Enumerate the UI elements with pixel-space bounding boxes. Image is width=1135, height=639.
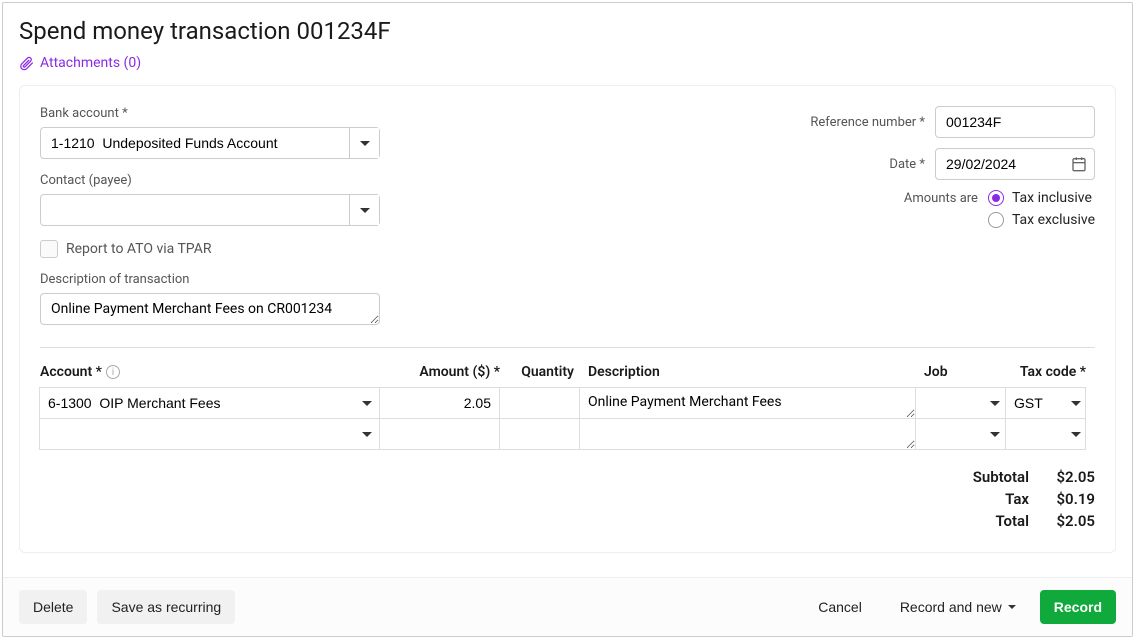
- account-input[interactable]: [40, 388, 355, 418]
- radio-icon: [988, 212, 1004, 228]
- paperclip-icon: [19, 56, 34, 71]
- contact-select[interactable]: [40, 194, 380, 226]
- col-job: Job: [916, 364, 1006, 380]
- tax-inclusive-option[interactable]: Tax inclusive: [988, 190, 1095, 206]
- chevron-down-icon: [362, 432, 372, 437]
- quantity-input[interactable]: [500, 419, 579, 449]
- account-input[interactable]: [40, 419, 355, 449]
- info-icon[interactable]: i: [106, 365, 120, 379]
- job-input[interactable]: [916, 419, 986, 449]
- cell-account[interactable]: [39, 387, 380, 419]
- delete-button[interactable]: Delete: [19, 590, 87, 624]
- chevron-down-icon: [360, 208, 370, 213]
- description-textarea[interactable]: Online Payment Merchant Fees on CR001234: [40, 293, 380, 325]
- subtotal-row: Subtotal $2.05: [959, 468, 1095, 486]
- job-dropdown-button[interactable]: [986, 419, 1005, 449]
- attachments-link[interactable]: Attachments (0): [19, 55, 141, 71]
- page-title: Spend money transaction 001234F: [19, 17, 1116, 45]
- quantity-input[interactable]: [500, 388, 579, 418]
- amount-input[interactable]: [380, 388, 499, 418]
- tax-exclusive-option[interactable]: Tax exclusive: [988, 212, 1095, 228]
- chevron-down-icon: [360, 141, 370, 146]
- col-account: Account * i: [40, 364, 380, 380]
- cell-description[interactable]: [579, 418, 916, 450]
- bank-account-dropdown-button[interactable]: [349, 128, 379, 158]
- contact-input[interactable]: [41, 195, 349, 225]
- taxcode-dropdown-button[interactable]: [1067, 388, 1085, 418]
- tax-inclusive-label: Tax inclusive: [1012, 190, 1092, 206]
- cell-job[interactable]: [915, 418, 1006, 450]
- save-recurring-button[interactable]: Save as recurring: [97, 590, 235, 624]
- account-dropdown-button[interactable]: [355, 419, 379, 449]
- cell-account[interactable]: [39, 418, 380, 450]
- taxcode-input[interactable]: [1006, 419, 1067, 449]
- cell-description[interactable]: Online Payment Merchant Fees: [579, 387, 916, 419]
- cell-job[interactable]: [915, 387, 1006, 419]
- chevron-down-icon: [1071, 401, 1081, 406]
- chevron-down-icon: [362, 401, 372, 406]
- table-row: Online Payment Merchant Fees: [40, 388, 1095, 419]
- chevron-down-icon: [990, 432, 1000, 437]
- job-input[interactable]: [916, 388, 986, 418]
- amount-input[interactable]: [380, 419, 499, 449]
- cell-taxcode[interactable]: [1005, 418, 1086, 450]
- cell-amount[interactable]: [379, 418, 500, 450]
- cell-taxcode[interactable]: [1005, 387, 1086, 419]
- cell-quantity[interactable]: [499, 387, 580, 419]
- reference-label: Reference number: [810, 115, 925, 130]
- table-row: [40, 419, 1095, 450]
- attachments-label: Attachments (0): [40, 55, 141, 71]
- col-amount: Amount ($) *: [380, 364, 500, 380]
- col-quantity: Quantity: [500, 364, 580, 380]
- total-row: Total $2.05: [959, 512, 1095, 530]
- cell-amount[interactable]: [379, 387, 500, 419]
- amounts-are-label: Amounts are: [904, 191, 978, 206]
- chevron-down-icon: [990, 401, 1000, 406]
- taxcode-dropdown-button[interactable]: [1067, 419, 1085, 449]
- tax-exclusive-label: Tax exclusive: [1012, 212, 1095, 228]
- bank-account-input[interactable]: [41, 128, 349, 158]
- line-description-input[interactable]: [580, 419, 915, 449]
- col-description: Description: [580, 364, 916, 380]
- job-dropdown-button[interactable]: [986, 388, 1005, 418]
- chevron-down-icon: [1008, 605, 1016, 609]
- date-label: Date: [889, 157, 925, 172]
- bank-account-label: Bank account: [40, 106, 380, 121]
- contact-label: Contact (payee): [40, 173, 380, 188]
- bank-account-select[interactable]: [40, 127, 380, 159]
- reference-input[interactable]: [935, 106, 1095, 138]
- calendar-icon[interactable]: [1071, 156, 1087, 172]
- record-and-new-button[interactable]: Record and new: [886, 590, 1030, 624]
- cell-quantity[interactable]: [499, 418, 580, 450]
- tpar-checkbox[interactable]: [40, 240, 58, 258]
- chevron-down-icon: [1071, 432, 1081, 437]
- account-dropdown-button[interactable]: [355, 388, 379, 418]
- radio-icon: [988, 190, 1004, 206]
- contact-dropdown-button[interactable]: [349, 195, 379, 225]
- tpar-label: Report to ATO via TPAR: [66, 241, 211, 257]
- line-description-input[interactable]: Online Payment Merchant Fees: [580, 388, 915, 418]
- col-tax-code: Tax code *: [1006, 364, 1086, 380]
- cancel-button[interactable]: Cancel: [804, 590, 876, 624]
- record-button[interactable]: Record: [1040, 590, 1116, 624]
- taxcode-input[interactable]: [1006, 388, 1067, 418]
- description-label: Description of transaction: [40, 272, 380, 287]
- tax-row: Tax $0.19: [959, 490, 1095, 508]
- divider: [40, 347, 1095, 348]
